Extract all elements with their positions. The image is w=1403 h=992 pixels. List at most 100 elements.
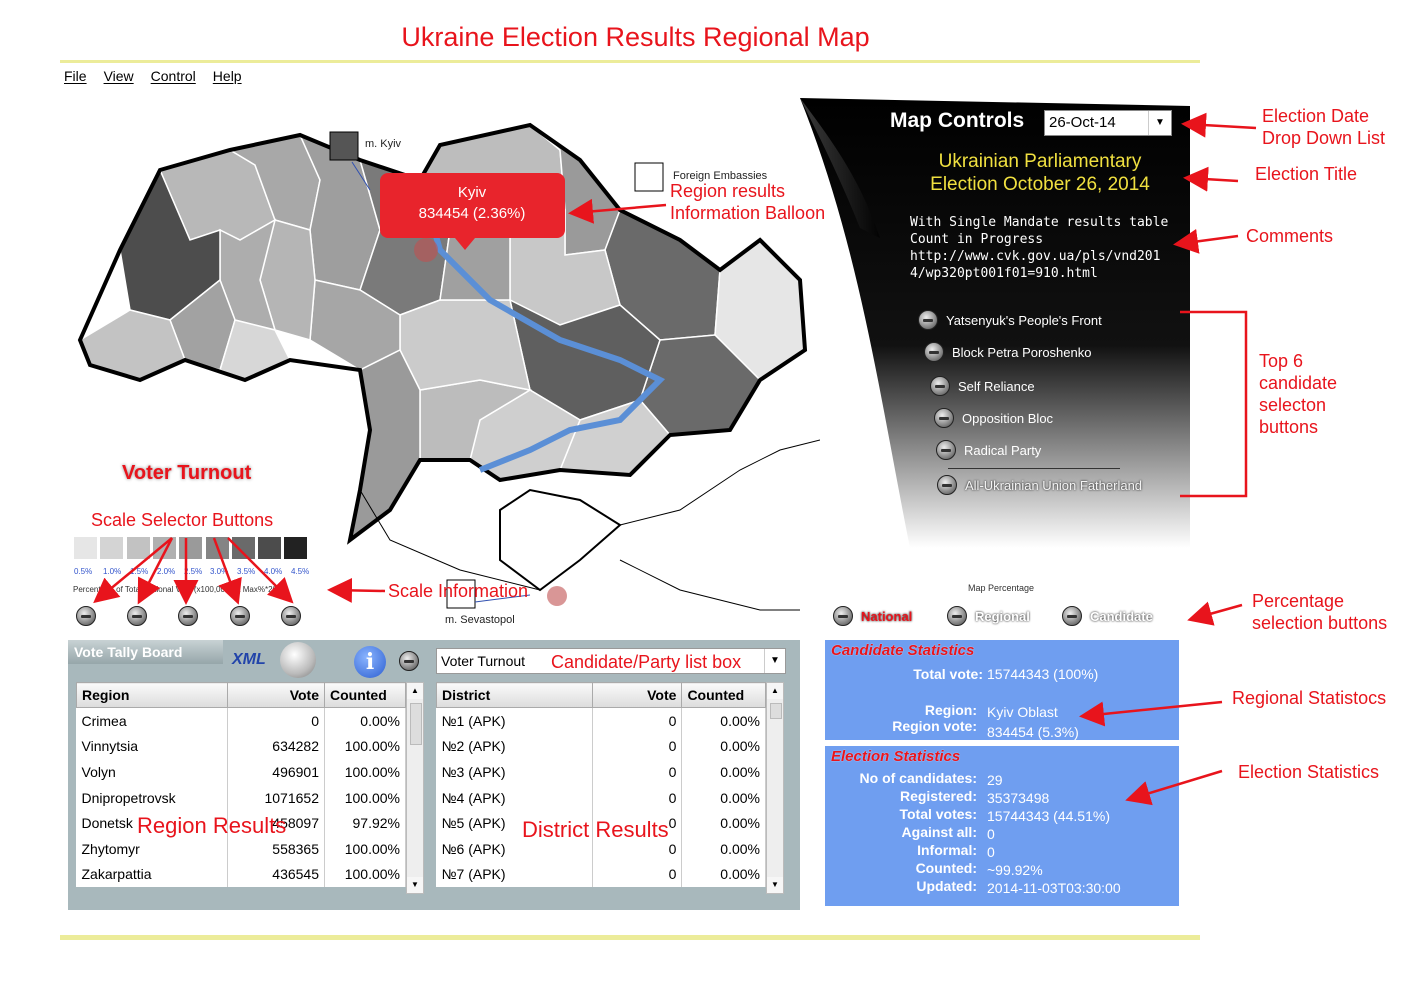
total-vote-label: Total vote:: [913, 666, 983, 682]
stat-label: Informal:: [917, 842, 977, 858]
chevron-down-icon[interactable]: ▼: [764, 649, 785, 673]
candidate-button-2[interactable]: Block Petra Poroshenko: [924, 342, 1091, 362]
candidate-button-3[interactable]: Self Reliance: [930, 376, 1035, 396]
column-header-counted[interactable]: Counted: [324, 682, 406, 708]
table-cell: 100.00%: [324, 835, 406, 862]
balloon-region: Kyiv: [458, 184, 487, 201]
table-cell: 0.00%: [681, 810, 766, 836]
column-header-counted[interactable]: Counted: [681, 682, 766, 708]
menu-help[interactable]: Help: [213, 68, 242, 84]
stat-value: 0: [987, 844, 995, 860]
table-cell: 0: [592, 759, 683, 785]
table-cell: 634282: [227, 733, 325, 760]
candidate-percentage-button[interactable]: Candidate: [1062, 606, 1153, 626]
table-row[interactable]: №3 (APK) 0 0.00%: [436, 759, 766, 785]
page-title: Ukraine Election Results Regional Map: [401, 22, 870, 52]
election-title: Ukrainian Parliamentary Election October…: [900, 150, 1180, 196]
scroll-thumb[interactable]: [410, 703, 422, 745]
table-row[interactable]: Crimea 0 0.00%: [76, 707, 406, 734]
table-cell: 0: [592, 733, 683, 760]
scale-swatch: [231, 537, 255, 559]
stat-value: 29: [987, 772, 1003, 788]
scroll-thumb[interactable]: [770, 703, 782, 719]
election-date-dropdown[interactable]: 26-Oct-14 ▼: [1044, 110, 1172, 136]
table-row[interactable]: №2 (APK) 0 0.00%: [436, 733, 766, 760]
column-header-vote[interactable]: Vote: [591, 682, 683, 708]
scale-selector-button-5[interactable]: [281, 606, 301, 626]
table-row[interactable]: Dnipropetrovsk 1071652 100.00%: [76, 784, 406, 811]
candidate-button-5[interactable]: Radical Party: [936, 440, 1041, 460]
comment-line: 4/wp320pt001f01=910.html: [910, 266, 1098, 281]
election-title-line1: Ukrainian Parliamentary: [938, 151, 1142, 172]
embassies-marker[interactable]: [634, 162, 664, 192]
scroll-down-icon[interactable]: ▼: [767, 877, 783, 893]
comment-line: http://www.cvk.gov.ua/pls/vnd201: [910, 249, 1161, 264]
scale-heading: Voter Turnout: [122, 462, 252, 484]
table-row[interactable]: №7 (APK) 0 0.00%: [436, 861, 766, 888]
annotation-election-title: Election Title: [1255, 164, 1358, 184]
scale-tick: 4.5%: [291, 567, 310, 576]
table-cell: Dnipropetrovsk: [76, 784, 228, 811]
table-row[interactable]: №4 (APK) 0 0.00%: [436, 784, 766, 811]
scroll-down-icon[interactable]: ▼: [407, 877, 423, 893]
menu-file[interactable]: File: [64, 68, 87, 84]
region-zakarpattia[interactable]: [79, 309, 186, 381]
column-header-region[interactable]: Region: [76, 682, 228, 708]
scale-selector-button-3[interactable]: [178, 606, 198, 626]
menu-view[interactable]: View: [104, 68, 134, 84]
comment-line: With Single Mandate results table: [910, 215, 1169, 230]
regional-percentage-button[interactable]: Regional: [947, 606, 1030, 626]
annotation-list-box: Candidate/Party list box: [551, 652, 742, 672]
scale-selector-button-4[interactable]: [230, 606, 250, 626]
candidate-button-1[interactable]: Yatsenyuk's People's Front: [918, 310, 1102, 330]
table-row[interactable]: Volyn 496901 100.00%: [76, 759, 406, 785]
table-row[interactable]: №1 (APK) 0 0.00%: [436, 707, 766, 734]
candidate-label: All-Ukrainian Union Fatherland: [965, 477, 1143, 493]
region-crimea[interactable]: [499, 488, 622, 592]
scroll-up-icon[interactable]: ▲: [407, 683, 423, 699]
table-row[interactable]: Zakarpattia 436545 100.00%: [76, 861, 406, 888]
candidate-label: Self Reliance: [958, 378, 1035, 394]
annotation-text: Election Date: [1262, 106, 1370, 126]
menu-control[interactable]: Control: [151, 68, 196, 84]
scroll-up-icon[interactable]: ▲: [767, 683, 783, 699]
select-button-icon: [833, 606, 853, 626]
column-header-district[interactable]: District: [436, 682, 593, 708]
stat-label: Total votes:: [899, 806, 977, 822]
chevron-down-icon[interactable]: ▼: [1148, 111, 1171, 135]
xml-export-button[interactable]: XML: [232, 651, 266, 669]
candidate-button-4[interactable]: Opposition Bloc: [934, 408, 1053, 428]
scale-swatch: [284, 537, 308, 559]
annotation-text: Percentage: [1252, 591, 1345, 611]
scale-information: Percentage of Total National Vote (x100,…: [73, 585, 289, 594]
percentage-label: Candidate: [1090, 608, 1153, 624]
district-scrollbar[interactable]: ▲ ▼: [766, 682, 784, 894]
national-percentage-button[interactable]: National: [833, 606, 912, 626]
vote-tally-tab[interactable]: Vote Tally Board: [68, 640, 223, 664]
column-header-vote[interactable]: Vote: [227, 682, 325, 708]
region-vote-value: 834454 (5.3%): [987, 724, 1079, 740]
select-button-icon: [936, 440, 956, 460]
election-title-line2: Election October 26, 2014: [930, 174, 1150, 195]
percentage-label: National: [861, 608, 913, 624]
clear-button[interactable]: [399, 651, 419, 671]
region-scrollbar[interactable]: ▲ ▼: [406, 682, 424, 894]
kyiv-city-marker[interactable]: [329, 131, 359, 161]
table-row[interactable]: Vinnytsia 634282 100.00%: [76, 733, 406, 760]
candidate-button-6[interactable]: All-Ukrainian Union Fatherland: [937, 475, 1142, 495]
region-vote-label: Region vote:: [892, 718, 977, 734]
stat-value: 0: [987, 826, 995, 842]
stat-value: 35373498: [987, 790, 1050, 806]
annotation-comments: Comments: [1246, 226, 1334, 246]
region-cherkasy[interactable]: [439, 229, 511, 301]
globe-icon[interactable]: [280, 642, 316, 678]
table-row[interactable]: Zhytomyr 558365 100.00%: [76, 835, 406, 862]
select-button-icon: [934, 408, 954, 428]
scale-selector-button-1[interactable]: [76, 606, 96, 626]
info-icon[interactable]: i: [354, 646, 386, 678]
scale-selector-button-2[interactable]: [127, 606, 147, 626]
stat-label: Updated:: [916, 878, 977, 894]
annotation-balloon: Region results Information Balloon: [670, 180, 825, 224]
annotation-text: Drop Down List: [1262, 128, 1386, 148]
select-button-icon: [947, 606, 967, 626]
